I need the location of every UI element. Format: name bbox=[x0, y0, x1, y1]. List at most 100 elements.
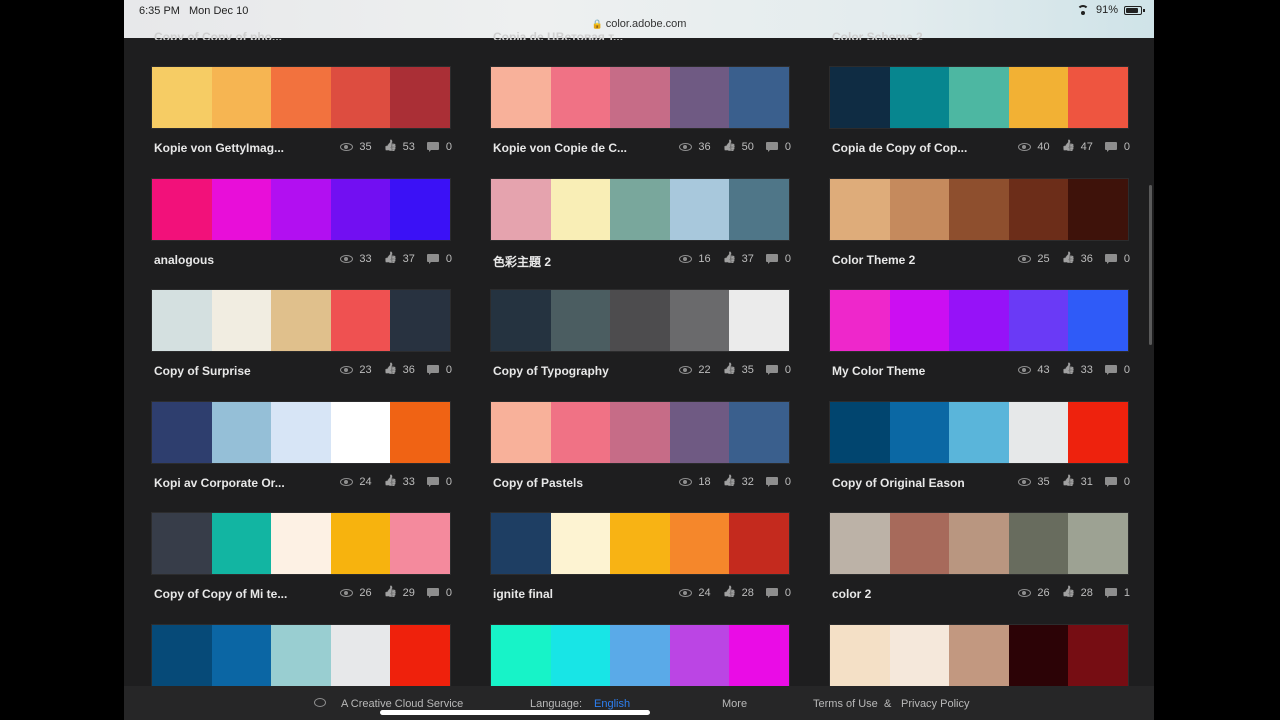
theme-card[interactable] bbox=[151, 624, 451, 687]
thumbs-up-icon[interactable] bbox=[384, 365, 398, 375]
theme-name[interactable]: Copy of Typography bbox=[493, 364, 609, 378]
color-swatch[interactable] bbox=[949, 67, 1009, 128]
color-swatch[interactable] bbox=[211, 402, 272, 463]
color-swatch[interactable] bbox=[1068, 402, 1128, 463]
color-swatches[interactable] bbox=[490, 624, 790, 687]
color-swatch[interactable] bbox=[889, 67, 950, 128]
color-swatch[interactable] bbox=[889, 513, 950, 574]
comment-icon[interactable] bbox=[765, 365, 780, 375]
footer-service[interactable]: A Creative Cloud Service bbox=[341, 698, 463, 710]
color-swatch[interactable] bbox=[949, 402, 1009, 463]
color-swatch[interactable] bbox=[830, 402, 890, 463]
color-swatch[interactable] bbox=[830, 179, 890, 240]
color-swatches[interactable] bbox=[829, 624, 1129, 687]
color-swatches[interactable] bbox=[829, 289, 1129, 352]
theme-card[interactable]: ignite final 24 28 0 bbox=[490, 512, 791, 601]
color-swatch[interactable] bbox=[1008, 625, 1069, 686]
color-swatch[interactable] bbox=[669, 625, 730, 686]
theme-card[interactable] bbox=[829, 624, 1129, 687]
theme-card[interactable]: 色彩主題 2 16 37 0 bbox=[490, 178, 791, 269]
color-swatch[interactable] bbox=[830, 290, 890, 351]
color-swatch[interactable] bbox=[152, 513, 212, 574]
color-swatch[interactable] bbox=[669, 402, 730, 463]
thumbs-up-icon[interactable] bbox=[384, 477, 398, 487]
color-swatch[interactable] bbox=[1068, 625, 1128, 686]
color-swatch[interactable] bbox=[390, 67, 450, 128]
color-swatches[interactable] bbox=[490, 289, 790, 352]
color-swatch[interactable] bbox=[610, 402, 670, 463]
color-swatches[interactable] bbox=[151, 401, 451, 464]
color-swatch[interactable] bbox=[271, 290, 331, 351]
color-swatch[interactable] bbox=[1008, 290, 1069, 351]
theme-name[interactable]: Color Theme 2 bbox=[832, 253, 915, 267]
peek-theme-name[interactable]: Copy of Copy of pho... bbox=[154, 30, 354, 40]
home-indicator[interactable] bbox=[380, 710, 650, 715]
color-swatch[interactable] bbox=[550, 402, 611, 463]
color-swatch[interactable] bbox=[211, 290, 272, 351]
color-swatch[interactable] bbox=[729, 67, 789, 128]
color-swatch[interactable] bbox=[669, 513, 730, 574]
theme-card[interactable]: Copy of Pastels 18 32 0 bbox=[490, 401, 791, 490]
color-swatch[interactable] bbox=[1068, 513, 1128, 574]
color-swatch[interactable] bbox=[330, 625, 391, 686]
color-swatch[interactable] bbox=[1068, 179, 1128, 240]
color-swatches[interactable] bbox=[829, 66, 1129, 129]
color-swatch[interactable] bbox=[610, 513, 670, 574]
thumbs-up-icon[interactable] bbox=[1062, 588, 1076, 598]
color-swatch[interactable] bbox=[550, 67, 611, 128]
color-swatch[interactable] bbox=[729, 290, 789, 351]
theme-name[interactable]: Copy of Pastels bbox=[493, 476, 583, 490]
color-swatches[interactable] bbox=[490, 66, 790, 129]
color-swatch[interactable] bbox=[390, 290, 450, 351]
color-swatch[interactable] bbox=[1008, 179, 1069, 240]
color-swatch[interactable] bbox=[491, 179, 551, 240]
color-swatch[interactable] bbox=[211, 513, 272, 574]
color-swatch[interactable] bbox=[152, 179, 212, 240]
color-swatch[interactable] bbox=[889, 179, 950, 240]
color-swatch[interactable] bbox=[949, 625, 1009, 686]
color-swatch[interactable] bbox=[152, 290, 212, 351]
theme-name[interactable]: 色彩主題 2 bbox=[493, 253, 551, 270]
color-swatch[interactable] bbox=[610, 290, 670, 351]
color-swatch[interactable] bbox=[390, 513, 450, 574]
theme-name[interactable]: ignite final bbox=[493, 587, 553, 601]
theme-card[interactable]: Copia de Copy of Cop... 40 47 0 bbox=[829, 66, 1130, 155]
peek-theme-name[interactable]: Color Scheme 2 bbox=[832, 30, 1032, 40]
thumbs-up-icon[interactable] bbox=[1062, 365, 1076, 375]
theme-name[interactable]: Copy of Surprise bbox=[154, 364, 251, 378]
color-swatches[interactable] bbox=[490, 401, 790, 464]
color-swatches[interactable] bbox=[829, 178, 1129, 241]
color-swatch[interactable] bbox=[390, 179, 450, 240]
color-swatch[interactable] bbox=[330, 67, 391, 128]
theme-card[interactable]: analogous 33 37 0 bbox=[151, 178, 452, 267]
comment-icon[interactable] bbox=[426, 588, 441, 598]
comment-icon[interactable] bbox=[765, 477, 780, 487]
theme-name[interactable]: Copia de Copy of Cop... bbox=[832, 141, 967, 155]
color-swatch[interactable] bbox=[1068, 67, 1128, 128]
theme-card[interactable]: Copy of Original Eason 35 31 0 bbox=[829, 401, 1130, 490]
theme-card[interactable]: Copy of Surprise 23 36 0 bbox=[151, 289, 452, 378]
color-swatch[interactable] bbox=[271, 67, 331, 128]
comment-icon[interactable] bbox=[765, 142, 780, 152]
color-swatches[interactable] bbox=[829, 401, 1129, 464]
color-swatch[interactable] bbox=[1008, 402, 1069, 463]
color-swatch[interactable] bbox=[390, 402, 450, 463]
color-swatch[interactable] bbox=[729, 179, 789, 240]
color-swatch[interactable] bbox=[152, 67, 212, 128]
color-swatch[interactable] bbox=[330, 290, 391, 351]
color-swatch[interactable] bbox=[889, 290, 950, 351]
color-swatch[interactable] bbox=[152, 625, 212, 686]
theme-name[interactable]: Copy of Original Eason bbox=[832, 476, 965, 490]
color-swatch[interactable] bbox=[271, 179, 331, 240]
thumbs-up-icon[interactable] bbox=[384, 142, 398, 152]
color-swatch[interactable] bbox=[830, 625, 890, 686]
color-swatch[interactable] bbox=[830, 513, 890, 574]
color-swatches[interactable] bbox=[829, 512, 1129, 575]
theme-card[interactable]: Copy of Copy of Mi te... 26 29 0 bbox=[151, 512, 452, 601]
theme-card[interactable]: Kopie von Copie de C... 36 50 0 bbox=[490, 66, 791, 155]
color-swatch[interactable] bbox=[889, 402, 950, 463]
color-swatches[interactable] bbox=[151, 178, 451, 241]
color-swatch[interactable] bbox=[669, 67, 730, 128]
theme-name[interactable]: analogous bbox=[154, 253, 214, 267]
thumbs-up-icon[interactable] bbox=[723, 588, 737, 598]
